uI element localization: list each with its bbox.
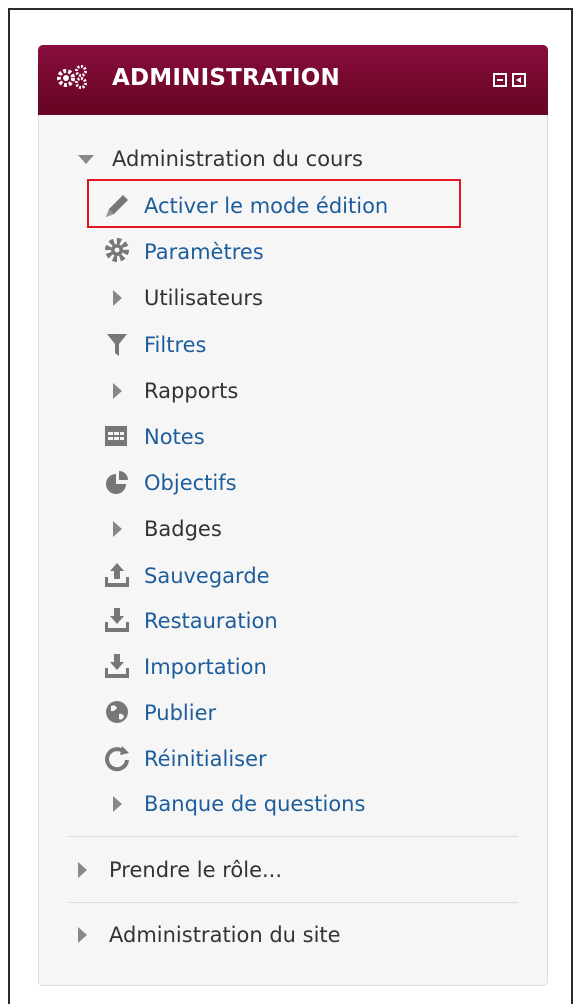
menu-item-filtres[interactable]: Filtres (102, 328, 207, 362)
menu-item-badges[interactable]: Badges (102, 512, 222, 546)
menu-item-sauvegarde[interactable]: Sauvegarde (102, 559, 270, 593)
menu-item-rapports[interactable]: Rapports (102, 374, 238, 408)
menu-item-label: Sauvegarde (144, 564, 270, 588)
download-icon (102, 606, 132, 636)
expand-arrow-icon (102, 283, 132, 313)
menu-item-label: Activer le mode édition (144, 194, 389, 218)
collapse-arrow-icon (78, 154, 94, 164)
menu-item-label: Notes (144, 425, 205, 449)
menu-item-label: Utilisateurs (144, 286, 263, 310)
menu-item-parametres[interactable]: Paramètres (102, 235, 264, 269)
globe-icon (102, 698, 132, 728)
gear-icon (102, 237, 132, 267)
menu-item-label: Réinitialiser (144, 747, 267, 771)
section-label: Prendre le rôle... (109, 858, 283, 882)
menu-item-reinitialiser[interactable]: Réinitialiser (102, 742, 267, 776)
dock-block-button[interactable] (512, 73, 526, 87)
block-title: ADMINISTRATION (112, 65, 340, 91)
pie-chart-icon (102, 468, 132, 498)
menu-item-notes[interactable]: Notes (102, 420, 205, 454)
divider (68, 902, 518, 903)
menu-item-label: Banque de questions (144, 792, 366, 816)
menu-item-label: Rapports (144, 379, 239, 403)
download-icon (102, 652, 132, 682)
block-header: ADMINISTRATION (38, 45, 548, 115)
menu-item-label: Objectifs (144, 471, 237, 495)
menu-item-label: Paramètres (144, 240, 264, 264)
course-admin-node[interactable]: Administration du cours (78, 142, 363, 176)
menu-item-publier[interactable]: Publier (102, 696, 216, 730)
menu-item-label: Publier (144, 701, 217, 725)
menu-item-label: Importation (144, 655, 267, 679)
expand-arrow-icon (78, 927, 87, 943)
expand-arrow-icon (78, 862, 87, 878)
divider (68, 836, 518, 837)
filter-icon (102, 330, 132, 360)
hide-block-button[interactable] (493, 73, 507, 87)
course-admin-label: Administration du cours (112, 147, 363, 171)
expand-arrow-icon (102, 789, 132, 819)
menu-item-objectifs[interactable]: Objectifs (102, 466, 237, 500)
menu-item-utilisateurs[interactable]: Utilisateurs (102, 281, 263, 315)
menu-item-label: Filtres (144, 333, 207, 357)
menu-item-label: Badges (144, 517, 222, 541)
menu-item-banque-questions[interactable]: Banque de questions (102, 787, 365, 821)
expand-arrow-icon (102, 376, 132, 406)
refresh-icon (102, 744, 132, 774)
menu-item-importation[interactable]: Importation (102, 650, 267, 684)
upload-icon (102, 561, 132, 591)
expand-arrow-icon (102, 514, 132, 544)
menu-item-label: Restauration (144, 609, 278, 633)
menu-item-activer-edition[interactable]: Activer le mode édition (102, 189, 388, 223)
section-admin-site[interactable]: Administration du site (78, 918, 341, 952)
table-icon (102, 422, 132, 452)
cogs-icon (57, 65, 87, 89)
section-label: Administration du site (109, 923, 341, 947)
menu-item-restauration[interactable]: Restauration (102, 604, 278, 638)
section-prendre-role[interactable]: Prendre le rôle... (78, 853, 282, 887)
pencil-icon (102, 191, 132, 221)
